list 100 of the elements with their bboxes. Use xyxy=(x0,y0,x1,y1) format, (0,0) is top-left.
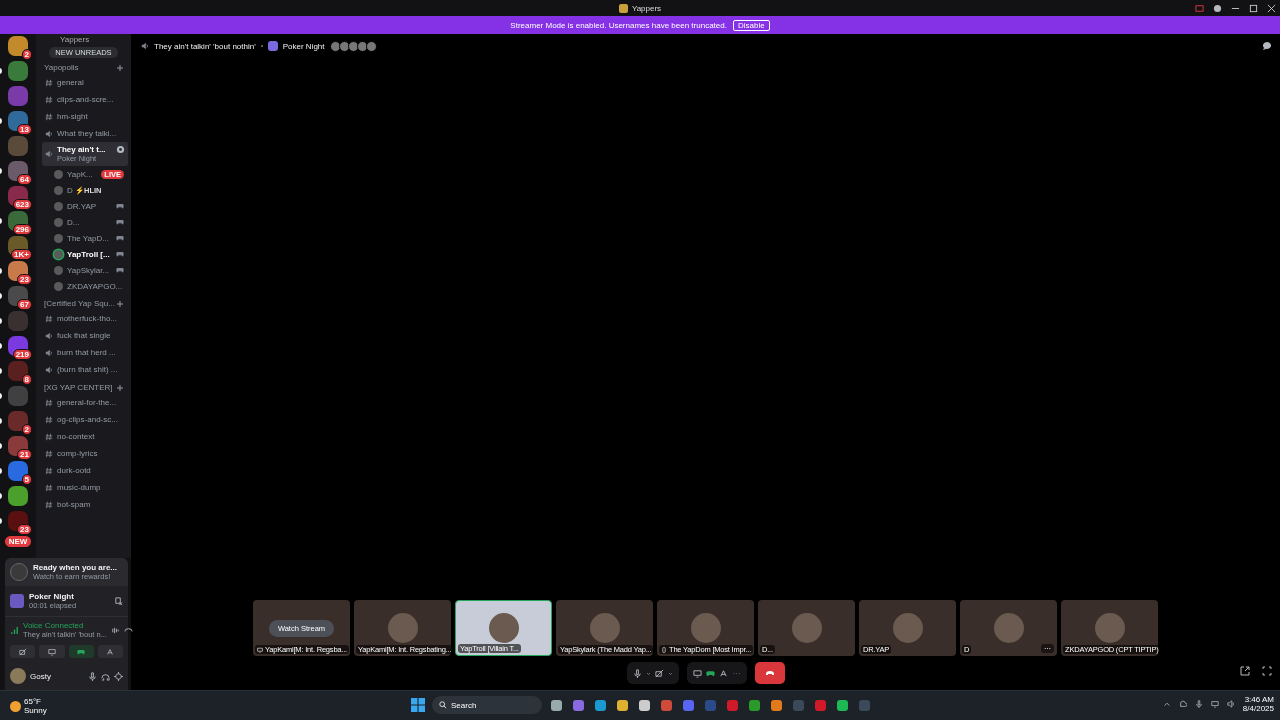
username: Gosty xyxy=(30,671,52,681)
category-header[interactable]: [Certified Yap Squ... xyxy=(44,299,115,308)
hash-icon xyxy=(45,78,53,87)
text-channel[interactable]: motherfuck-tho... xyxy=(42,310,128,327)
text-channel[interactable]: general-for-the... xyxy=(42,394,128,411)
text-channel[interactable]: durk-ootd xyxy=(42,462,128,479)
activity-button[interactable] xyxy=(68,645,94,658)
close-icon[interactable] xyxy=(1267,3,1276,13)
plus-icon[interactable] xyxy=(117,64,123,71)
category-header[interactable]: Yapopolis xyxy=(44,63,79,72)
voice-channel[interactable]: burn that herd ... xyxy=(42,344,128,361)
text-channel[interactable]: music-dump xyxy=(42,479,128,496)
edge-app-icon[interactable] xyxy=(593,697,608,713)
activity-icon xyxy=(267,41,278,51)
settings-icon[interactable] xyxy=(116,145,125,154)
inbox-icon[interactable] xyxy=(1195,3,1204,13)
plus-icon[interactable] xyxy=(117,384,123,391)
voice-member[interactable]: YapTroll [... xyxy=(36,246,131,262)
gamepad-icon xyxy=(705,668,715,678)
text-channel[interactable]: clips-and-scre... xyxy=(42,91,128,108)
user-avatar[interactable] xyxy=(10,668,26,684)
user-avatar xyxy=(488,613,519,643)
maximize-icon[interactable] xyxy=(1249,3,1258,13)
activity-name[interactable]: Poker Night xyxy=(282,41,325,51)
camera-button[interactable] xyxy=(10,645,36,658)
camera-off-icon xyxy=(654,668,664,678)
discord-app-icon[interactable] xyxy=(681,697,696,713)
activity-icon xyxy=(10,594,24,608)
server-icon[interactable] xyxy=(8,436,28,456)
leave-call-button[interactable] xyxy=(754,662,785,684)
server-icon[interactable] xyxy=(8,36,28,56)
server-icon[interactable] xyxy=(8,161,28,181)
mention-badge: 219 xyxy=(12,349,32,360)
windows-start-icon[interactable] xyxy=(411,698,425,712)
copilot-app-icon[interactable] xyxy=(571,697,586,713)
clock-date[interactable]: 8/4/2025 xyxy=(1242,704,1274,713)
server-icon[interactable] xyxy=(8,511,28,531)
mention-badge: 67 xyxy=(17,299,32,310)
vlc-app-icon[interactable] xyxy=(769,697,784,713)
camera-button[interactable] xyxy=(654,668,664,678)
server-icon[interactable] xyxy=(8,186,28,206)
chrome-app-icon[interactable] xyxy=(659,697,674,713)
caret-icon xyxy=(645,670,651,676)
server-icon[interactable] xyxy=(8,411,28,431)
server-icon[interactable] xyxy=(8,361,28,381)
plus-icon[interactable] xyxy=(117,300,123,307)
server-icon[interactable] xyxy=(8,111,28,131)
text-channel[interactable]: no-context xyxy=(42,428,128,445)
text-channel[interactable]: hm-sight xyxy=(42,108,128,125)
opera-app-icon[interactable] xyxy=(725,697,740,713)
search-field[interactable]: Search xyxy=(432,696,542,714)
fullscreen-icon[interactable] xyxy=(1262,666,1272,676)
server-icon[interactable] xyxy=(8,211,28,231)
spotify-app-icon[interactable] xyxy=(835,697,850,713)
text-channel[interactable]: comp-lyrics xyxy=(42,445,128,462)
pop-out-icon[interactable] xyxy=(1240,666,1250,676)
activity-button[interactable] xyxy=(705,668,715,678)
voice-member[interactable]: D... xyxy=(36,214,131,230)
taskview-app-icon[interactable] xyxy=(549,697,564,713)
server-icon[interactable] xyxy=(8,461,28,481)
text-channel[interactable]: bot-spam xyxy=(42,496,128,513)
microphone-button[interactable] xyxy=(632,668,642,678)
caret-icon xyxy=(667,670,673,676)
help-icon[interactable] xyxy=(1213,3,1222,13)
server-icon[interactable] xyxy=(8,286,28,306)
server-icon[interactable] xyxy=(8,336,28,356)
screen-share-button[interactable] xyxy=(39,645,65,658)
hash-icon xyxy=(45,112,53,121)
voice-member[interactable]: ZKDAYAPGO... xyxy=(36,278,131,294)
user-avatar xyxy=(690,613,721,643)
gamepad-icon xyxy=(77,647,86,656)
weather-icon xyxy=(10,700,21,712)
notepad-app-icon[interactable] xyxy=(637,697,652,713)
server-name[interactable]: Yappers xyxy=(36,34,131,45)
voice-channel[interactable]: What they talki... xyxy=(42,125,128,142)
text-channel[interactable]: general xyxy=(42,74,128,91)
microphone-icon xyxy=(632,668,642,678)
mention-badge: 2 xyxy=(21,424,32,435)
opera-app-icon[interactable] xyxy=(813,697,828,713)
xbox-app-icon[interactable] xyxy=(747,697,762,713)
voice-member[interactable]: The YapD... xyxy=(36,230,131,246)
temperature: 65°F xyxy=(24,697,42,706)
chat-icon[interactable] xyxy=(1262,41,1272,51)
mention-badge: 296 xyxy=(12,224,32,235)
disable-button[interactable]: Disable xyxy=(732,19,770,31)
category-header[interactable]: [XG YAP CENTER] xyxy=(44,383,113,392)
folder-app-icon[interactable] xyxy=(615,697,630,713)
screen-share-button[interactable] xyxy=(692,668,702,678)
mention-badge: 21 xyxy=(17,449,32,460)
server-icon[interactable] xyxy=(8,261,28,281)
signal-icon xyxy=(10,625,19,635)
voice-channel[interactable]: fuck that single xyxy=(42,327,128,344)
voice-member[interactable]: DR.YAP xyxy=(36,198,131,214)
voice-channel[interactable]: (burn that shit) ... xyxy=(42,361,128,378)
voice-member[interactable]: YapSkylar... xyxy=(36,262,131,278)
text-channel[interactable]: og-clips-and-sc... xyxy=(42,411,128,428)
server-icon[interactable] xyxy=(8,486,28,506)
clock-time[interactable]: 3:46 AM xyxy=(1244,695,1274,704)
mention-badge: 2 xyxy=(21,49,32,60)
soundboard-button[interactable] xyxy=(97,645,123,658)
